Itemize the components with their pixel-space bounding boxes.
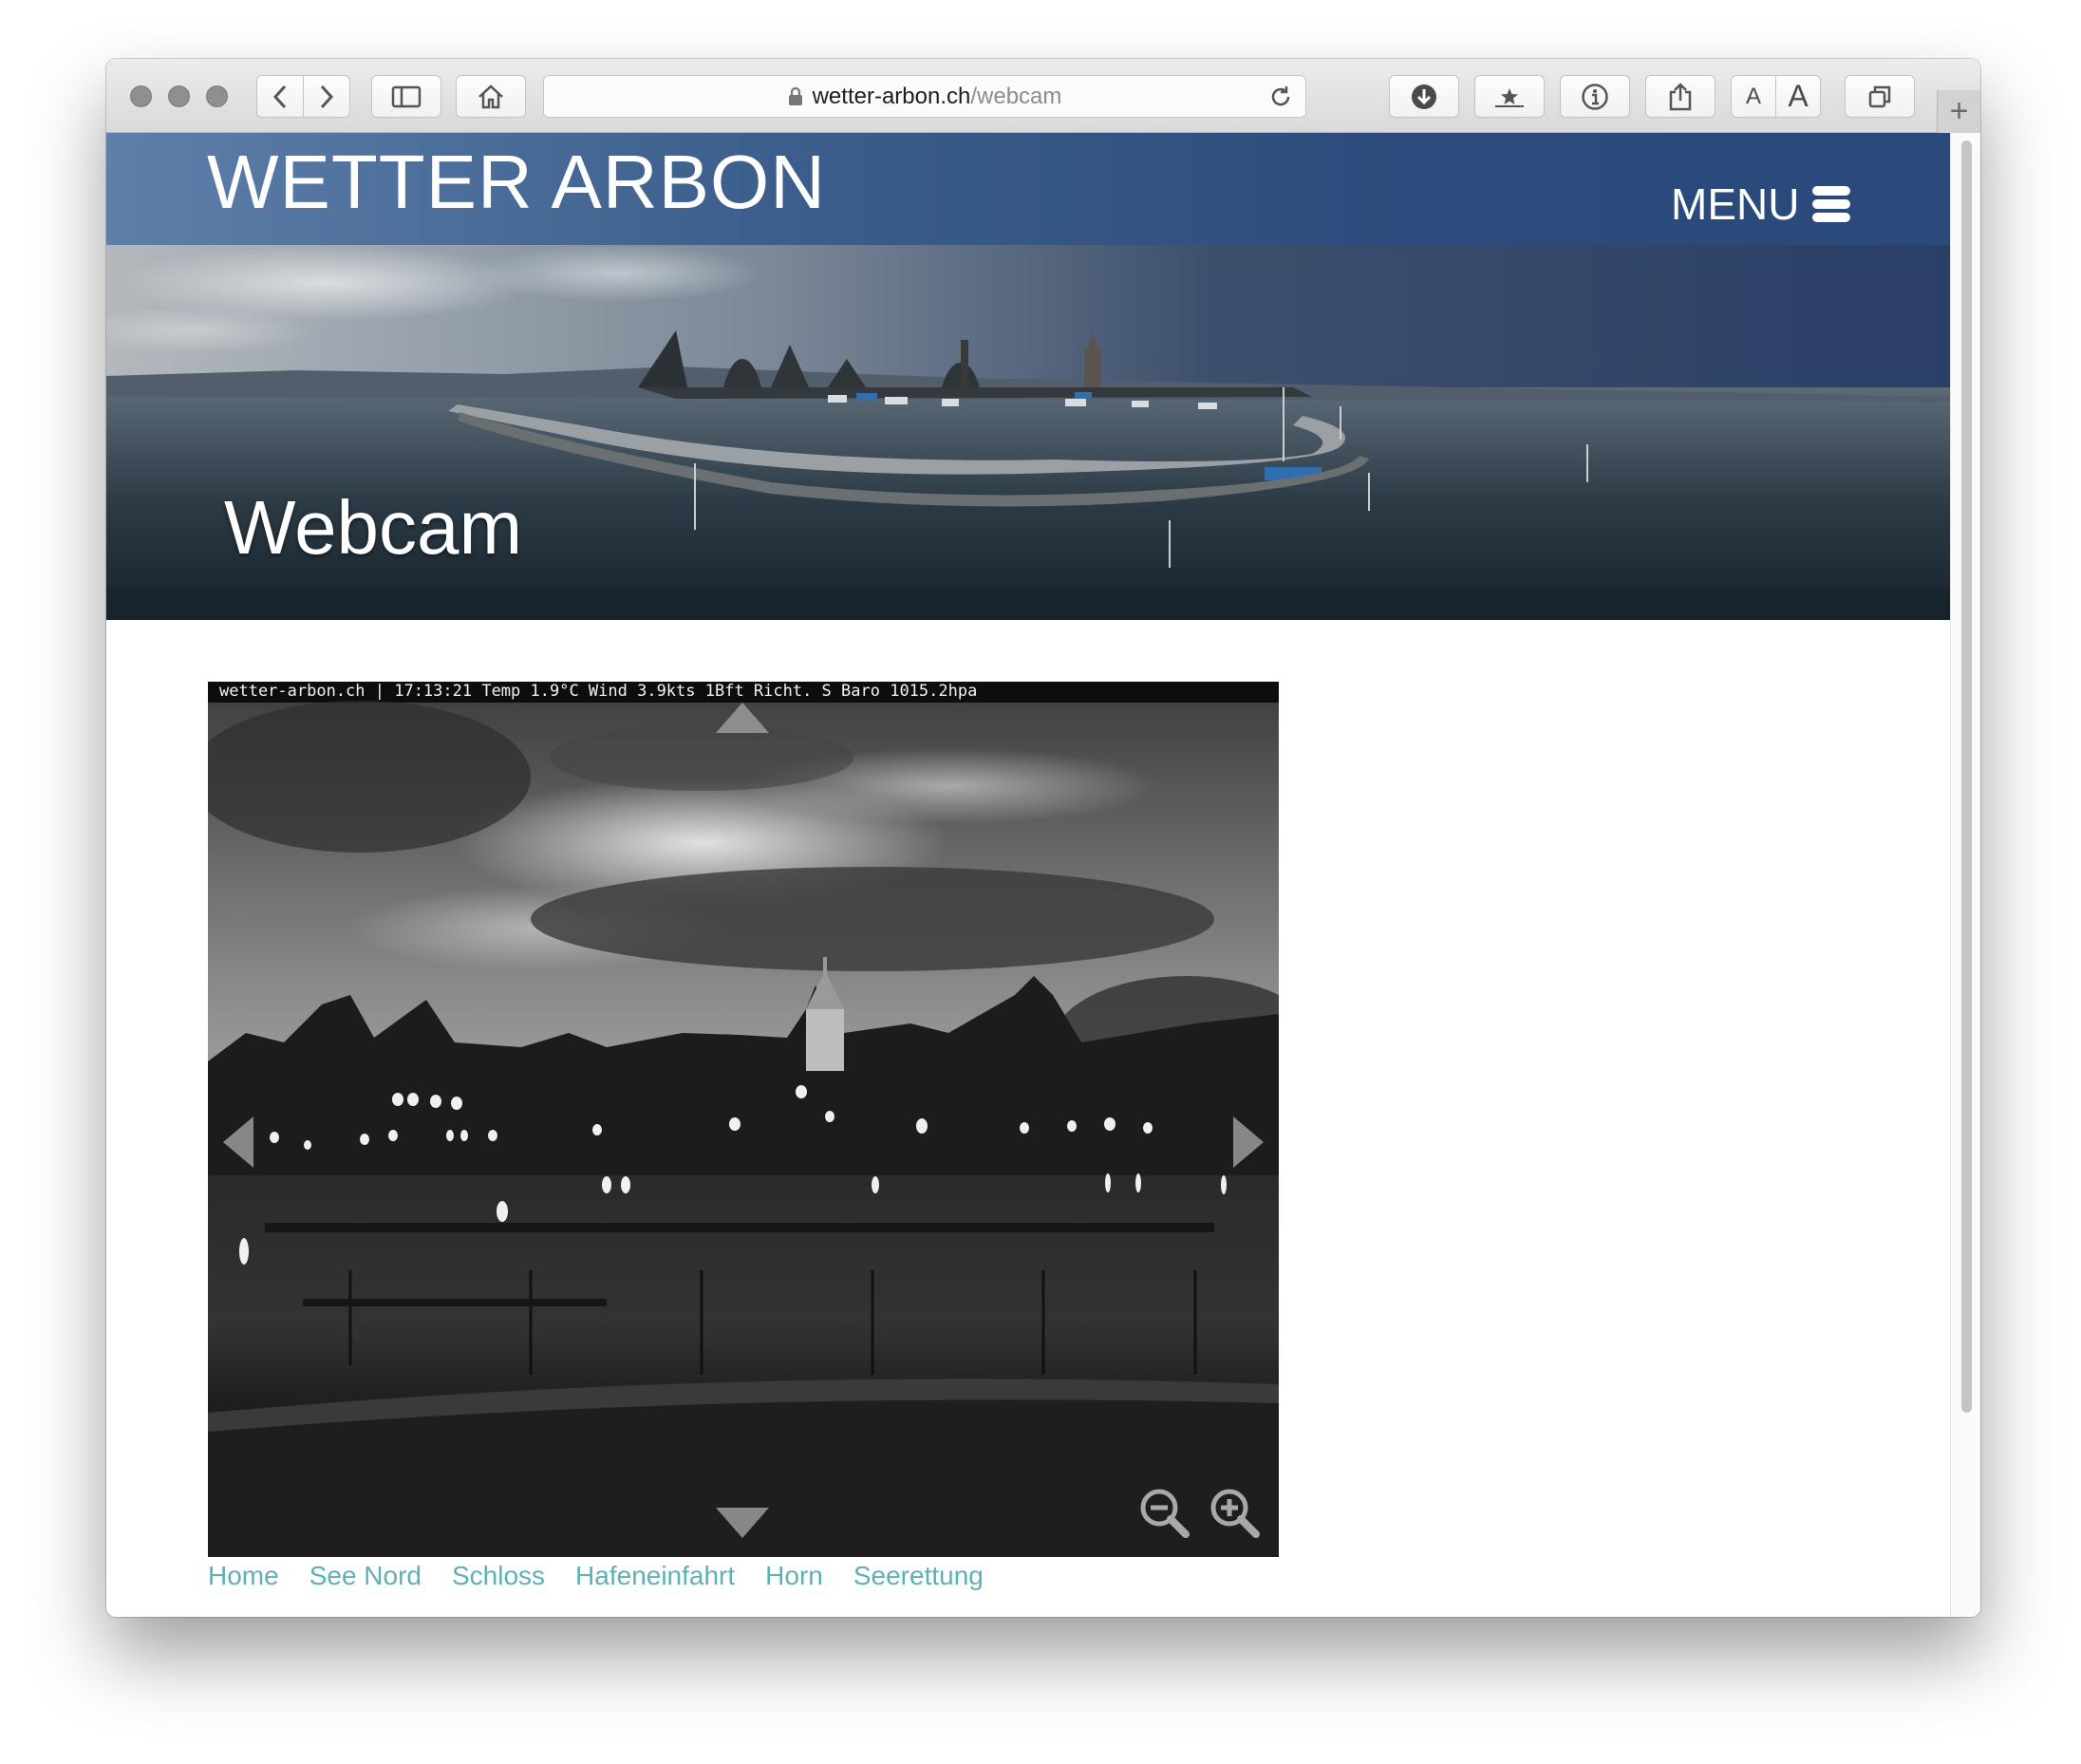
- reload-icon[interactable]: [1267, 84, 1294, 110]
- link-hafeneinfahrt[interactable]: Hafeneinfahrt: [575, 1559, 735, 1593]
- pan-down-arrow[interactable]: [714, 1506, 771, 1540]
- link-seerettung[interactable]: Seerettung: [853, 1559, 984, 1593]
- link-schloss[interactable]: Schloss: [452, 1559, 545, 1593]
- link-home[interactable]: Home: [208, 1559, 279, 1593]
- zoom-in-icon[interactable]: [1209, 1487, 1262, 1540]
- browser-window: wetter-arbon.ch/webcam A A + WETTER ARBO…: [106, 59, 1980, 1617]
- new-tab-button[interactable]: +: [1937, 90, 1980, 133]
- download-icon: [1412, 84, 1436, 109]
- site-brand[interactable]: WETTER ARBON: [207, 144, 826, 220]
- tabs-icon: [1868, 85, 1891, 107]
- page-title: Webcam: [224, 485, 523, 570]
- menu-icon: [1812, 186, 1851, 222]
- menu-button[interactable]: MENU: [1671, 179, 1851, 229]
- bookmarks-icon: [1495, 87, 1524, 107]
- web-page: WETTER ARBON MENU Webcam wetter-arbon.ch…: [106, 133, 1950, 1617]
- back-button[interactable]: [256, 75, 304, 118]
- scrollbar-thumb[interactable]: [1961, 141, 1972, 1413]
- link-horn[interactable]: Horn: [765, 1559, 823, 1593]
- minimize-window-button[interactable]: [168, 85, 190, 107]
- menu-label: MENU: [1671, 179, 1800, 229]
- text-larger-button[interactable]: A: [1775, 75, 1821, 118]
- hero-banner: Webcam: [106, 245, 1950, 620]
- share-icon: [1669, 82, 1692, 110]
- text-smaller-button[interactable]: A: [1731, 75, 1776, 118]
- link-see-nord[interactable]: See Nord: [309, 1559, 422, 1593]
- share-button[interactable]: [1645, 75, 1715, 118]
- browser-toolbar: wetter-arbon.ch/webcam A A +: [106, 59, 1980, 133]
- text-smaller-label: A: [1745, 83, 1761, 109]
- address-bar[interactable]: wetter-arbon.ch/webcam: [543, 75, 1306, 118]
- sidebar-button[interactable]: [371, 75, 441, 118]
- forward-icon: [320, 84, 334, 108]
- info-icon: [1582, 83, 1608, 110]
- show-tabs-button[interactable]: [1845, 75, 1915, 118]
- home-button[interactable]: [456, 75, 526, 118]
- sidebar-icon: [391, 85, 422, 107]
- webcam-image: [208, 682, 1279, 1557]
- zoom-out-icon[interactable]: [1138, 1487, 1191, 1540]
- bookmarks-button[interactable]: [1474, 75, 1545, 118]
- webcam-links: Home See Nord Schloss Hafeneinfahrt Horn…: [208, 1559, 1014, 1593]
- webcam-viewer: wetter-arbon.ch | 17:13:21 Temp 1.9°C Wi…: [208, 682, 1279, 1557]
- zoom-window-button[interactable]: [206, 85, 228, 107]
- lock-icon: [788, 86, 802, 105]
- pan-left-arrow[interactable]: [221, 1115, 255, 1170]
- back-icon: [272, 84, 287, 108]
- pan-right-arrow[interactable]: [1231, 1115, 1265, 1170]
- forward-button[interactable]: [303, 75, 350, 118]
- url-path: /webcam: [970, 83, 1062, 109]
- text-larger-label: A: [1788, 79, 1809, 113]
- vertical-scrollbar[interactable]: [1950, 133, 1980, 1617]
- site-header: WETTER ARBON MENU: [106, 133, 1950, 245]
- url-host: wetter-arbon.ch: [812, 83, 971, 109]
- home-icon: [478, 84, 503, 108]
- close-window-button[interactable]: [130, 85, 152, 107]
- downloads-button[interactable]: [1389, 75, 1459, 118]
- webcam-overlay-text: wetter-arbon.ch | 17:13:21 Temp 1.9°C Wi…: [219, 682, 978, 701]
- info-button[interactable]: [1560, 75, 1630, 118]
- pan-up-arrow[interactable]: [714, 701, 771, 735]
- new-tab-label: +: [1949, 93, 1969, 129]
